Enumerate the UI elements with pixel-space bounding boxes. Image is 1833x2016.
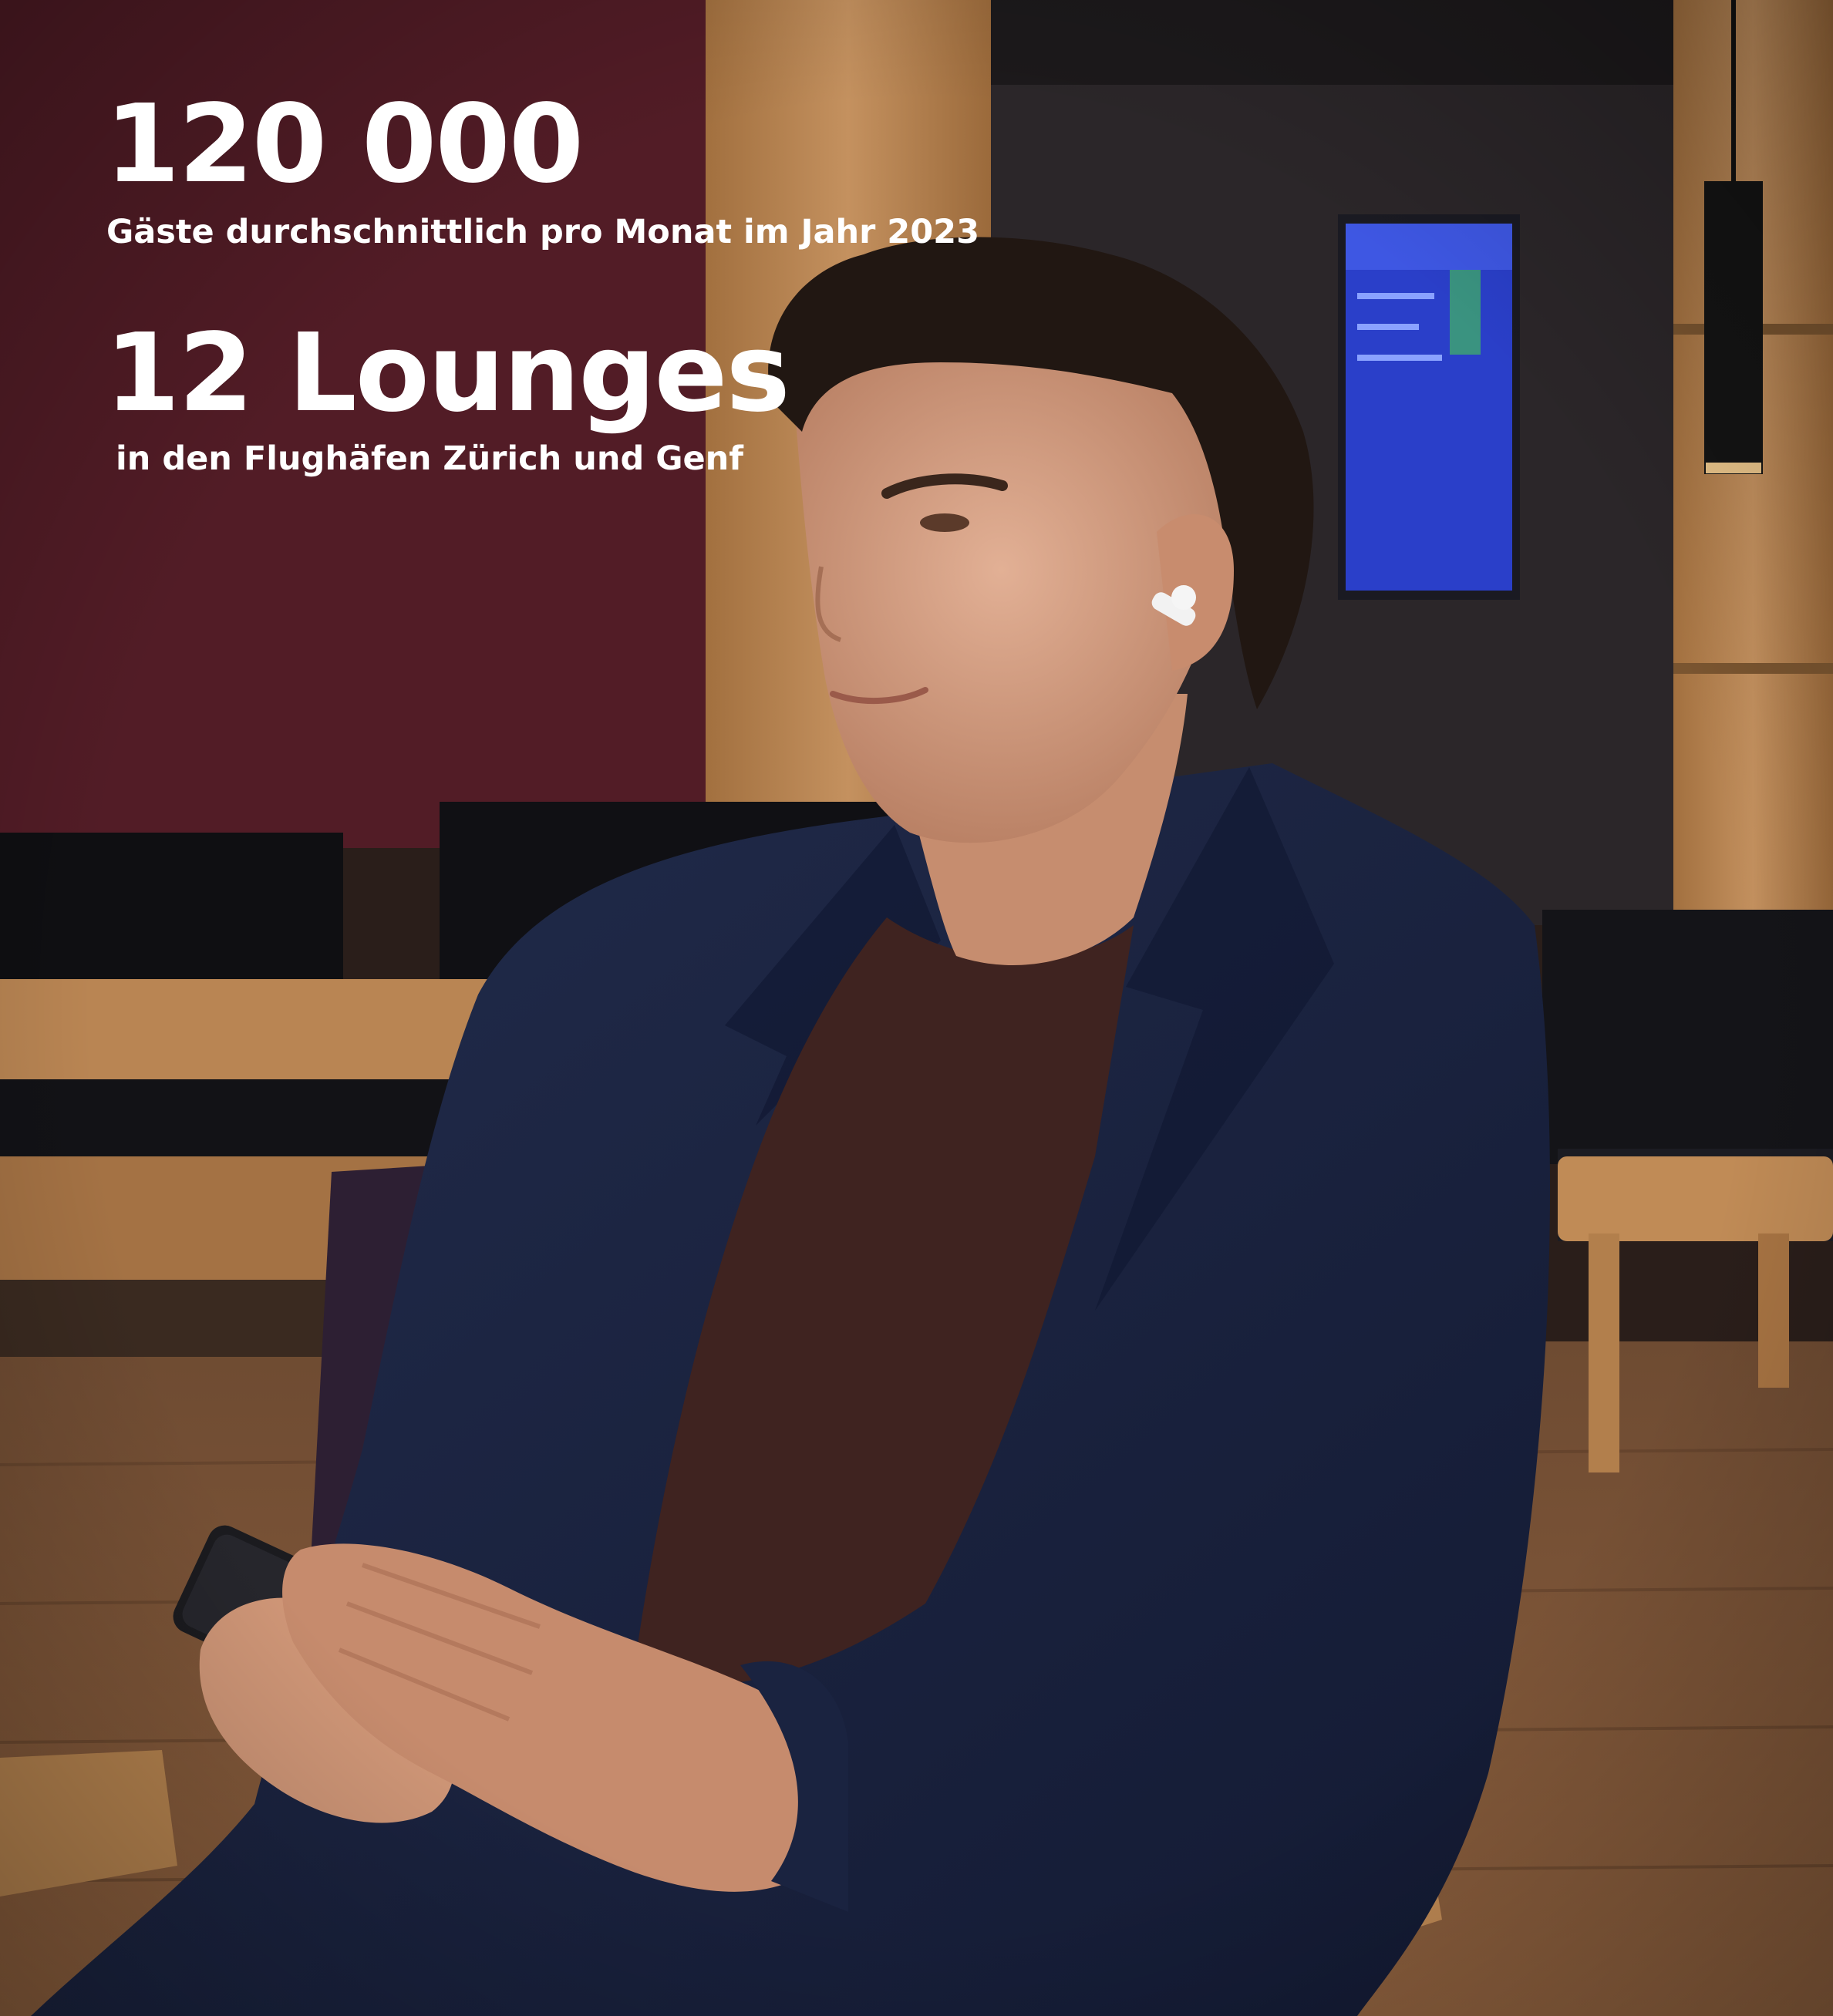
stat-guests-caption: Gäste durchschnittlich pro Monat im Jahr…	[106, 213, 979, 251]
stat-guests-value: 120 000	[105, 82, 584, 207]
stat-lounges-caption: in den Flughäfen Zürich und Genf	[116, 439, 743, 478]
stats-overlay: 120 000 Gäste durchschnittlich pro Monat…	[0, 0, 1833, 540]
stat-lounges-value: 12 Lounges	[105, 311, 790, 436]
